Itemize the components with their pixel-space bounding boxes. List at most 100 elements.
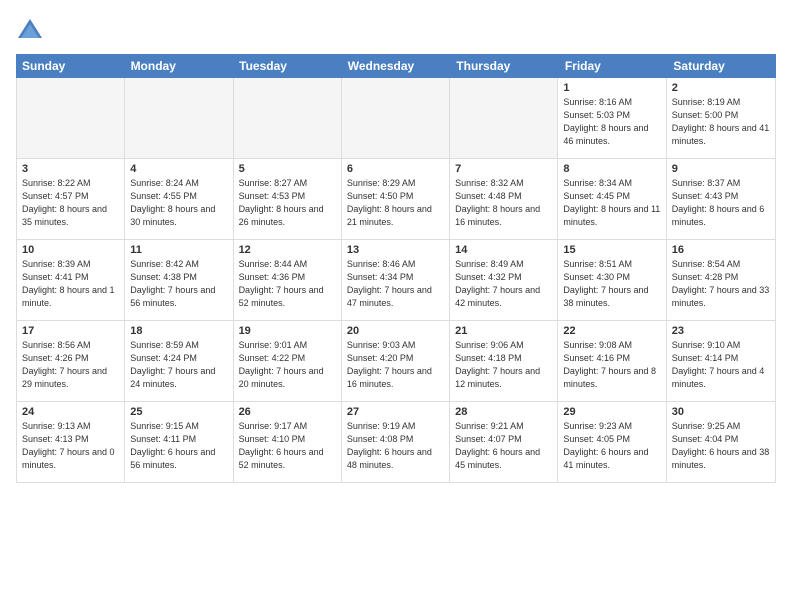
day-info: Sunrise: 9:03 AM Sunset: 4:20 PM Dayligh… [347, 339, 444, 391]
day-number: 13 [347, 244, 444, 256]
day-info: Sunrise: 9:13 AM Sunset: 4:13 PM Dayligh… [22, 420, 119, 472]
day-number: 29 [563, 406, 660, 418]
header-day-saturday: Saturday [667, 54, 776, 78]
day-number: 6 [347, 163, 444, 175]
day-number: 22 [563, 325, 660, 337]
cal-cell: 9Sunrise: 8:37 AM Sunset: 4:43 PM Daylig… [667, 159, 775, 239]
cal-cell: 23 Sunrise: 9:10 AM Sunset: 4:14 PM Dayli… [667, 321, 775, 401]
day-info: Sunrise: 8:46 AM Sunset: 4:34 PM Dayligh… [347, 258, 444, 310]
cal-cell: 10Sunrise: 8:39 AM Sunset: 4:41 PM Dayli… [17, 240, 125, 320]
header-day-friday: Friday [559, 54, 668, 78]
day-number: 3 [22, 163, 119, 175]
day-info: Sunrise: 8:24 AM Sunset: 4:55 PM Dayligh… [130, 177, 227, 229]
cal-cell: 29 Sunrise: 9:23 AM Sunset: 4:05 PM Dayli… [558, 402, 666, 482]
cal-cell: 7 Sunrise: 8:32 AM Sunset: 4:48 PM Daylig… [450, 159, 558, 239]
day-info: Sunrise: 8:42 AM Sunset: 4:38 PM Dayligh… [130, 258, 227, 310]
day-info: Sunrise: 8:44 AM Sunset: 4:36 PM Dayligh… [239, 258, 336, 310]
week-row-5: 24 Sunrise: 9:13 AM Sunset: 4:13 PM Dayli… [17, 402, 775, 482]
cal-cell: 2 Sunrise: 8:19 AM Sunset: 5:00 PM Daylig… [667, 78, 775, 158]
day-number: 18 [130, 325, 227, 337]
day-number: 30 [672, 406, 770, 418]
day-number: 9 [672, 163, 770, 175]
calendar-weeks: 1 Sunrise: 8:16 AM Sunset: 5:03 PM Daylig… [17, 78, 775, 482]
cal-cell: 18 Sunrise: 8:59 AM Sunset: 4:24 PM Dayli… [125, 321, 233, 401]
cal-cell: 16Sunrise: 8:54 AM Sunset: 4:28 PM Dayli… [667, 240, 775, 320]
cal-cell: 20 Sunrise: 9:03 AM Sunset: 4:20 PM Dayli… [342, 321, 450, 401]
logo [16, 16, 46, 44]
cal-cell [234, 78, 342, 158]
calendar-header: SundayMondayTuesdayWednesdayThursdayFrid… [16, 54, 776, 78]
day-number: 25 [130, 406, 227, 418]
day-info: Sunrise: 8:56 AM Sunset: 4:26 PM Dayligh… [22, 339, 119, 391]
cal-cell: 21 Sunrise: 9:06 AM Sunset: 4:18 PM Dayli… [450, 321, 558, 401]
cal-cell: 11Sunrise: 8:42 AM Sunset: 4:38 PM Dayli… [125, 240, 233, 320]
cal-cell: 17 Sunrise: 8:56 AM Sunset: 4:26 PM Dayli… [17, 321, 125, 401]
day-number: 5 [239, 163, 336, 175]
day-number: 15 [563, 244, 660, 256]
day-number: 20 [347, 325, 444, 337]
day-info: Sunrise: 8:59 AM Sunset: 4:24 PM Dayligh… [130, 339, 227, 391]
cal-cell: 30 Sunrise: 9:25 AM Sunset: 4:04 PM Dayli… [667, 402, 775, 482]
day-info: Sunrise: 9:21 AM Sunset: 4:07 PM Dayligh… [455, 420, 552, 472]
cal-cell: 19Sunrise: 9:01 AM Sunset: 4:22 PM Dayli… [234, 321, 342, 401]
day-info: Sunrise: 9:19 AM Sunset: 4:08 PM Dayligh… [347, 420, 444, 472]
cal-cell: 6Sunrise: 8:29 AM Sunset: 4:50 PM Daylig… [342, 159, 450, 239]
day-info: Sunrise: 8:22 AM Sunset: 4:57 PM Dayligh… [22, 177, 119, 229]
cal-cell: 15 Sunrise: 8:51 AM Sunset: 4:30 PM Dayli… [558, 240, 666, 320]
logo-icon [16, 16, 44, 44]
cal-cell: 12 Sunrise: 8:44 AM Sunset: 4:36 PM Dayli… [234, 240, 342, 320]
day-info: Sunrise: 9:25 AM Sunset: 4:04 PM Dayligh… [672, 420, 770, 472]
week-row-2: 3 Sunrise: 8:22 AM Sunset: 4:57 PM Daylig… [17, 159, 775, 240]
day-info: Sunrise: 8:32 AM Sunset: 4:48 PM Dayligh… [455, 177, 552, 229]
day-info: Sunrise: 9:01 AM Sunset: 4:22 PM Dayligh… [239, 339, 336, 391]
day-info: Sunrise: 9:06 AM Sunset: 4:18 PM Dayligh… [455, 339, 552, 391]
cal-cell: 24 Sunrise: 9:13 AM Sunset: 4:13 PM Dayli… [17, 402, 125, 482]
header [16, 16, 776, 44]
header-day-sunday: Sunday [16, 54, 125, 78]
day-number: 12 [239, 244, 336, 256]
cal-cell: 22 Sunrise: 9:08 AM Sunset: 4:16 PM Dayli… [558, 321, 666, 401]
cal-cell: 5Sunrise: 8:27 AM Sunset: 4:53 PM Daylig… [234, 159, 342, 239]
cal-cell: 25Sunrise: 9:15 AM Sunset: 4:11 PM Dayli… [125, 402, 233, 482]
cal-cell [17, 78, 125, 158]
day-info: Sunrise: 9:17 AM Sunset: 4:10 PM Dayligh… [239, 420, 336, 472]
day-info: Sunrise: 8:19 AM Sunset: 5:00 PM Dayligh… [672, 96, 770, 148]
day-number: 24 [22, 406, 119, 418]
day-number: 21 [455, 325, 552, 337]
cal-cell: 1 Sunrise: 8:16 AM Sunset: 5:03 PM Daylig… [558, 78, 666, 158]
page: SundayMondayTuesdayWednesdayThursdayFrid… [0, 0, 792, 612]
day-number: 2 [672, 82, 770, 94]
day-number: 7 [455, 163, 552, 175]
cal-cell: 13 Sunrise: 8:46 AM Sunset: 4:34 PM Dayli… [342, 240, 450, 320]
cal-cell: 28 Sunrise: 9:21 AM Sunset: 4:07 PM Dayli… [450, 402, 558, 482]
day-number: 1 [563, 82, 660, 94]
day-number: 26 [239, 406, 336, 418]
header-day-thursday: Thursday [450, 54, 559, 78]
day-info: Sunrise: 8:16 AM Sunset: 5:03 PM Dayligh… [563, 96, 660, 148]
calendar: SundayMondayTuesdayWednesdayThursdayFrid… [16, 54, 776, 596]
day-info: Sunrise: 8:51 AM Sunset: 4:30 PM Dayligh… [563, 258, 660, 310]
week-row-4: 17 Sunrise: 8:56 AM Sunset: 4:26 PM Dayli… [17, 321, 775, 402]
day-number: 4 [130, 163, 227, 175]
day-info: Sunrise: 9:23 AM Sunset: 4:05 PM Dayligh… [563, 420, 660, 472]
cal-cell: 8 Sunrise: 8:34 AM Sunset: 4:45 PM Daylig… [558, 159, 666, 239]
day-info: Sunrise: 8:34 AM Sunset: 4:45 PM Dayligh… [563, 177, 660, 229]
cal-cell: 4 Sunrise: 8:24 AM Sunset: 4:55 PM Daylig… [125, 159, 233, 239]
day-number: 17 [22, 325, 119, 337]
cal-cell [342, 78, 450, 158]
day-number: 16 [672, 244, 770, 256]
header-day-wednesday: Wednesday [342, 54, 451, 78]
day-info: Sunrise: 8:39 AM Sunset: 4:41 PM Dayligh… [22, 258, 119, 310]
day-number: 28 [455, 406, 552, 418]
cal-cell: 14Sunrise: 8:49 AM Sunset: 4:32 PM Dayli… [450, 240, 558, 320]
day-number: 23 [672, 325, 770, 337]
cal-cell [450, 78, 558, 158]
day-info: Sunrise: 9:08 AM Sunset: 4:16 PM Dayligh… [563, 339, 660, 391]
day-info: Sunrise: 9:10 AM Sunset: 4:14 PM Dayligh… [672, 339, 770, 391]
cal-cell [125, 78, 233, 158]
header-day-tuesday: Tuesday [233, 54, 342, 78]
day-number: 8 [563, 163, 660, 175]
header-day-monday: Monday [125, 54, 234, 78]
week-row-3: 10Sunrise: 8:39 AM Sunset: 4:41 PM Dayli… [17, 240, 775, 321]
cal-cell: 3 Sunrise: 8:22 AM Sunset: 4:57 PM Daylig… [17, 159, 125, 239]
